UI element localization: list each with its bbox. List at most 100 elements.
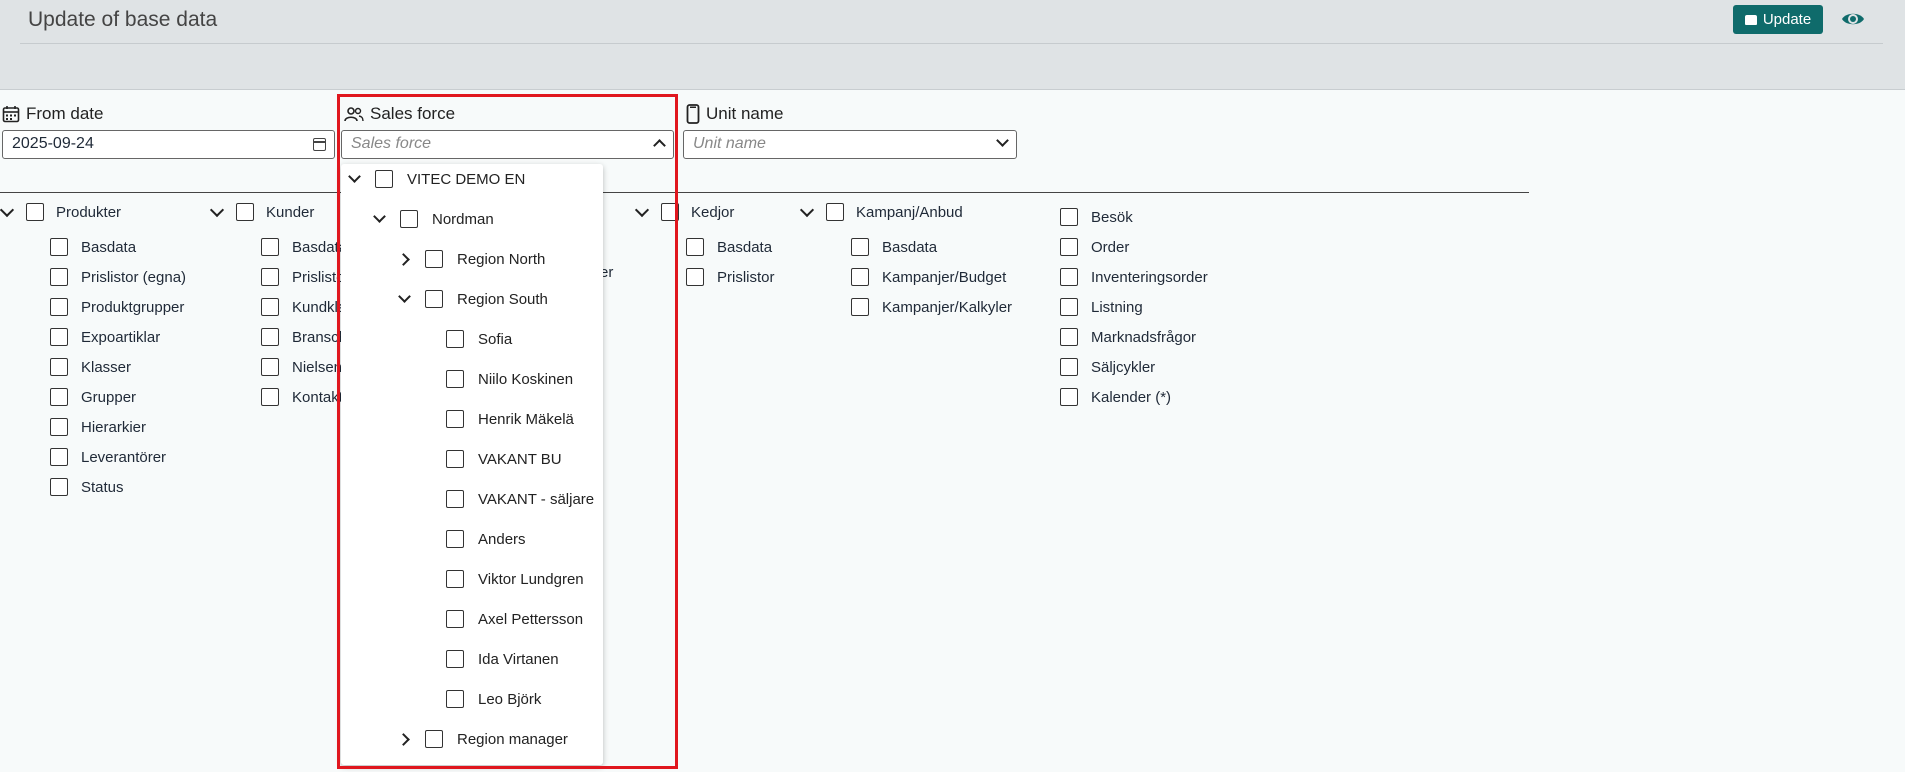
tree-node[interactable]: VAKANT BU <box>418 444 562 474</box>
tree-checkbox[interactable] <box>446 330 464 348</box>
list-item[interactable]: Klasser <box>50 352 186 382</box>
list-item[interactable]: Basdata <box>851 232 1012 262</box>
list-item[interactable]: Order <box>1060 232 1208 262</box>
item-checkbox[interactable] <box>261 328 279 346</box>
group-kampanj-anbud[interactable]: Kampanj/Anbud <box>799 202 963 221</box>
chevron-down-icon[interactable] <box>634 202 650 218</box>
list-item[interactable]: Hierarkier <box>50 412 186 442</box>
list-item[interactable]: Marknadsfrågor <box>1060 322 1208 352</box>
tree-node[interactable]: Region manager <box>397 724 568 754</box>
list-item[interactable]: Kalender (*) <box>1060 382 1208 412</box>
item-checkbox[interactable] <box>261 358 279 376</box>
group-kedjor[interactable]: Kedjor <box>634 202 734 221</box>
list-item[interactable]: Kampanjer/Kalkyler <box>851 292 1012 322</box>
tree-node[interactable]: VAKANT - säljare <box>418 484 594 514</box>
item-checkbox[interactable] <box>1060 238 1078 256</box>
item-checkbox[interactable] <box>851 268 869 286</box>
item-checkbox[interactable] <box>686 238 704 256</box>
chevron-down-icon[interactable] <box>372 211 388 227</box>
item-checkbox[interactable] <box>1060 358 1078 376</box>
item-checkbox[interactable] <box>1060 268 1078 286</box>
tree-checkbox[interactable] <box>446 530 464 548</box>
chevron-down-icon[interactable] <box>209 202 225 218</box>
tree-checkbox[interactable] <box>425 730 443 748</box>
item-checkbox[interactable] <box>50 448 68 466</box>
item-checkbox[interactable] <box>50 418 68 436</box>
from-date-input[interactable]: 2025-09-24 <box>2 130 335 159</box>
list-item[interactable]: Besök <box>1060 202 1208 232</box>
tree-node[interactable]: Nordman <box>372 204 494 234</box>
tree-checkbox[interactable] <box>446 370 464 388</box>
chevron-down-icon[interactable] <box>0 202 15 218</box>
item-checkbox[interactable] <box>261 388 279 406</box>
group-produkter[interactable]: Produkter <box>0 202 121 221</box>
list-item[interactable]: Säljcykler <box>1060 352 1208 382</box>
tree-node[interactable]: Leo Björk <box>418 684 541 714</box>
list-item[interactable]: Basdata <box>686 232 775 262</box>
item-checkbox[interactable] <box>686 268 704 286</box>
group-checkbox[interactable] <box>236 203 254 221</box>
item-checkbox[interactable] <box>1060 208 1078 226</box>
sales-force-select[interactable]: Sales force <box>341 130 674 159</box>
tree-node[interactable]: Region North <box>397 244 545 274</box>
tree-node[interactable]: Region South <box>397 284 548 314</box>
tree-node[interactable]: Ida Virtanen <box>418 644 559 674</box>
item-checkbox[interactable] <box>50 478 68 496</box>
item-checkbox[interactable] <box>50 298 68 316</box>
list-item[interactable]: Prislistor <box>686 262 775 292</box>
chevron-down-icon[interactable] <box>347 171 363 187</box>
group-checkbox[interactable] <box>826 203 844 221</box>
list-item[interactable]: Inventeringsorder <box>1060 262 1208 292</box>
eye-icon[interactable] <box>1840 8 1866 30</box>
chevron-down-icon[interactable] <box>799 202 815 218</box>
item-checkbox[interactable] <box>1060 298 1078 316</box>
tree-checkbox[interactable] <box>425 250 443 268</box>
list-item[interactable]: Grupper <box>50 382 186 412</box>
tree-checkbox[interactable] <box>446 490 464 508</box>
date-picker-icon[interactable] <box>313 138 326 151</box>
item-checkbox[interactable] <box>50 358 68 376</box>
chevron-right-icon[interactable] <box>397 731 413 747</box>
tree-node[interactable]: Viktor Lundgren <box>418 564 584 594</box>
list-item[interactable]: Leverantörer <box>50 442 186 472</box>
tree-checkbox[interactable] <box>446 570 464 588</box>
tree-node[interactable]: Axel Pettersson <box>418 604 583 634</box>
tree-checkbox[interactable] <box>446 650 464 668</box>
group-checkbox[interactable] <box>661 203 679 221</box>
list-item[interactable]: Kampanjer/Budget <box>851 262 1012 292</box>
tree-checkbox[interactable] <box>446 410 464 428</box>
item-checkbox[interactable] <box>261 238 279 256</box>
tree-checkbox[interactable] <box>446 450 464 468</box>
tree-checkbox[interactable] <box>400 210 418 228</box>
list-item[interactable]: Basdata <box>50 232 186 262</box>
tree-node[interactable]: VITEC DEMO EN <box>347 164 525 194</box>
chevron-right-icon[interactable] <box>397 251 413 267</box>
group-kunder[interactable]: Kunder <box>209 202 314 221</box>
tree-node[interactable]: Niilo Koskinen <box>418 364 573 394</box>
list-item[interactable]: Produktgrupper <box>50 292 186 322</box>
item-checkbox[interactable] <box>1060 328 1078 346</box>
group-checkbox[interactable] <box>26 203 44 221</box>
tree-node[interactable]: Sofia <box>418 324 512 354</box>
item-checkbox[interactable] <box>50 268 68 286</box>
tree-node[interactable]: Anders <box>418 524 526 554</box>
list-item[interactable]: Prislistor (egna) <box>50 262 186 292</box>
list-item[interactable]: Listning <box>1060 292 1208 322</box>
update-button[interactable]: Update <box>1733 5 1823 34</box>
item-checkbox[interactable] <box>851 238 869 256</box>
chevron-down-icon[interactable] <box>397 291 413 307</box>
item-checkbox[interactable] <box>50 388 68 406</box>
item-checkbox[interactable] <box>1060 388 1078 406</box>
item-checkbox[interactable] <box>50 328 68 346</box>
tree-checkbox[interactable] <box>375 170 393 188</box>
tree-node[interactable]: Henrik Mäkelä <box>418 404 574 434</box>
item-checkbox[interactable] <box>261 268 279 286</box>
tree-checkbox[interactable] <box>446 610 464 628</box>
tree-checkbox[interactable] <box>446 690 464 708</box>
unit-name-select[interactable]: Unit name <box>683 130 1017 159</box>
item-checkbox[interactable] <box>50 238 68 256</box>
item-checkbox[interactable] <box>261 298 279 316</box>
list-item[interactable]: Status <box>50 472 186 502</box>
tree-checkbox[interactable] <box>425 290 443 308</box>
item-checkbox[interactable] <box>851 298 869 316</box>
